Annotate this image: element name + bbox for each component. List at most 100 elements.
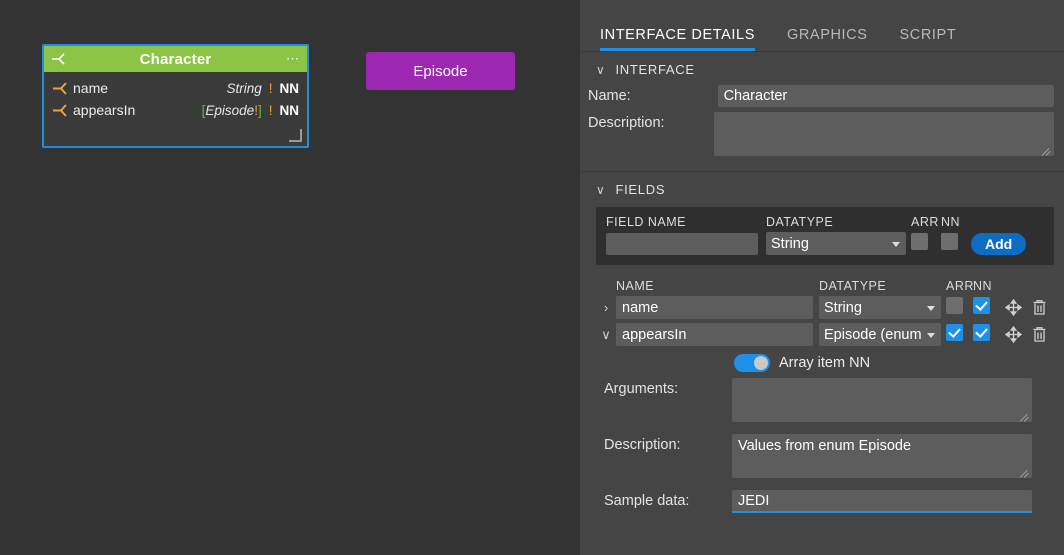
panel-tabs: INTERFACE DETAILS GRAPHICS SCRIPT [580, 0, 1064, 52]
field-socket-icon [50, 81, 70, 96]
interface-description-row: Description: [584, 110, 1064, 161]
fields-table-header: NAME DATATYPE ARR NN [596, 279, 1054, 296]
field-description-label: Description: [604, 437, 681, 453]
add-field-nn-checkbox[interactable] [941, 232, 958, 250]
row-datatype-value: String [824, 299, 862, 316]
chevron-down-icon [927, 332, 935, 338]
header-datatype: DATATYPE [766, 215, 834, 229]
sample-data-row: Sample data: [604, 490, 1054, 513]
chevron-down-icon [892, 241, 900, 247]
field-description-textarea[interactable] [732, 434, 1032, 478]
interface-description-textarea[interactable] [714, 112, 1054, 156]
node-character-header[interactable]: Character ⋯ [44, 46, 307, 72]
section-fields-header[interactable]: ∨ FIELDS [580, 172, 1064, 203]
add-field-name-input[interactable] [606, 232, 758, 255]
node-character[interactable]: Character ⋯ name String ! NN appearsIn [… [42, 44, 309, 148]
add-field-datatype-value: String [771, 235, 809, 252]
node-character-fields: name String ! NN appearsIn [Episode!] ! … [44, 72, 307, 121]
header-nn: NN [973, 279, 993, 293]
add-field-arr-cell [911, 232, 941, 255]
node-field-name: appearsIn [73, 102, 136, 118]
row-nn-checkbox[interactable] [973, 323, 990, 341]
array-item-nn-label: Array item NN [779, 355, 871, 371]
row-nn-checkbox[interactable] [973, 296, 990, 314]
node-field-type: String [226, 81, 261, 96]
tab-interface-details[interactable]: INTERFACE DETAILS [600, 27, 755, 51]
row-delete-button[interactable] [1026, 324, 1052, 346]
interface-socket-icon [50, 52, 66, 66]
row-arr-checkbox[interactable] [946, 296, 963, 314]
node-episode-title: Episode [413, 62, 468, 80]
header-field-name: FIELD NAME [606, 215, 687, 229]
interface-name-label: Name: [588, 88, 631, 104]
row-arr-cell [946, 323, 973, 346]
node-episode[interactable]: Episode [366, 52, 515, 90]
node-menu-icon[interactable]: ⋯ [286, 52, 300, 65]
interface-description-label: Description: [588, 115, 665, 131]
header-datatype: DATATYPE [819, 279, 887, 293]
node-field-required-mark: ! [268, 80, 273, 96]
node-field-nn-label: NN [279, 102, 300, 118]
row-expander-icon[interactable]: › [596, 300, 616, 315]
row-arr-cell [946, 296, 973, 319]
graph-canvas[interactable]: Character ⋯ name String ! NN appearsIn [… [0, 0, 580, 555]
row-nn-cell [973, 296, 1000, 319]
node-field-row[interactable]: name String ! NN [50, 77, 299, 99]
add-field-arr-checkbox[interactable] [911, 232, 928, 250]
row-nn-cell [973, 323, 1000, 346]
row-datatype-value: Episode (enum [824, 326, 922, 343]
array-item-nn-row: Array item NN [604, 350, 1054, 378]
row-expander-icon[interactable]: ∨ [596, 327, 616, 343]
interface-name-input[interactable] [717, 85, 1054, 107]
field-description-row: Description: [604, 434, 1054, 483]
add-field-datatype-select[interactable]: String [766, 232, 906, 255]
arguments-label: Arguments: [604, 381, 679, 397]
row-datatype-cell: Episode (enum [819, 323, 946, 346]
add-field-strip: FIELD NAME DATATYPE ARR NN String Add [596, 207, 1054, 265]
interface-name-row: Name: [584, 83, 1064, 107]
node-field-meta: String ! NN [226, 81, 299, 96]
chevron-down-icon[interactable]: ∨ [596, 183, 605, 197]
add-field-name-cell [606, 232, 766, 255]
node-field-type: [Episode!] [202, 103, 262, 118]
arguments-row: Arguments: [604, 378, 1054, 427]
fields-table: NAME DATATYPE ARR NN › String [596, 279, 1054, 346]
node-field-nn-label: NN [279, 80, 300, 96]
row-move-handle[interactable] [1000, 297, 1026, 319]
arguments-textarea[interactable] [732, 378, 1032, 422]
section-interface-title: INTERFACE [615, 62, 695, 77]
node-type-name: Episode [205, 102, 255, 118]
node-resize-handle[interactable] [289, 129, 302, 142]
tab-graphics[interactable]: GRAPHICS [787, 27, 868, 51]
node-type-close-bracket: ] [257, 102, 262, 118]
row-datatype-select[interactable]: Episode (enum [819, 323, 941, 346]
header-nn: NN [941, 215, 961, 229]
table-row[interactable]: › String [596, 296, 1054, 319]
section-fields-title: FIELDS [615, 182, 666, 197]
row-name-cell [616, 296, 819, 319]
tab-script[interactable]: SCRIPT [900, 27, 957, 51]
node-field-meta: [Episode!] ! NN [202, 103, 299, 118]
row-move-handle[interactable] [1000, 324, 1026, 346]
row-delete-button[interactable] [1026, 297, 1052, 319]
sample-data-label: Sample data: [604, 493, 690, 509]
table-row[interactable]: ∨ Episode (enum [596, 323, 1054, 346]
section-interface-header[interactable]: ∨ INTERFACE [580, 52, 1064, 83]
chevron-down-icon [927, 305, 935, 311]
sample-data-input[interactable] [732, 490, 1032, 513]
row-name-input[interactable] [616, 296, 813, 319]
header-name: NAME [616, 279, 655, 293]
add-field-button[interactable]: Add [971, 232, 1027, 255]
node-field-row[interactable]: appearsIn [Episode!] ! NN [50, 99, 299, 121]
add-field-datatype-cell: String [766, 232, 911, 255]
row-name-cell [616, 323, 819, 346]
row-arr-checkbox[interactable] [946, 323, 963, 341]
chevron-down-icon[interactable]: ∨ [596, 63, 605, 77]
add-field-headers: FIELD NAME DATATYPE ARR NN [606, 215, 1044, 229]
array-item-nn-toggle[interactable] [734, 354, 770, 372]
node-field-required-mark: ! [268, 102, 273, 118]
field-socket-icon [50, 103, 70, 118]
row-datatype-select[interactable]: String [819, 296, 941, 319]
node-character-title: Character [139, 50, 212, 68]
row-name-input[interactable] [616, 323, 813, 346]
